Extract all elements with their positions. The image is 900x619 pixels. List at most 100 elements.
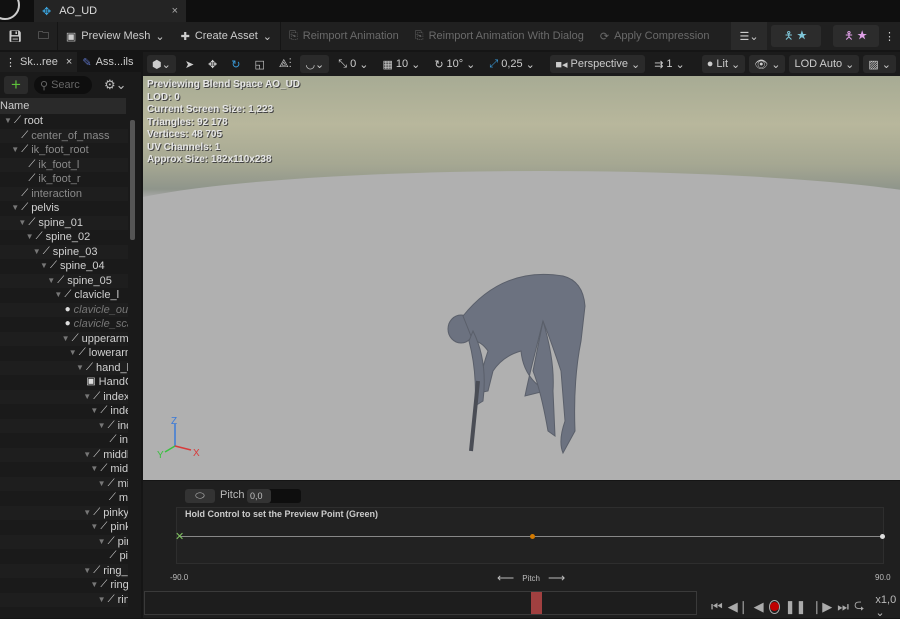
bone-row[interactable]: ▼ ⟋ spine_02 [0,230,128,245]
expand-arrow-icon[interactable]: ▼ [98,477,106,492]
preview-mesh-button[interactable]: ▣ Preview Mesh ⌄ [58,22,173,50]
surface-snap-button[interactable]: ⟁⋮ [274,55,297,73]
expand-arrow-icon[interactable]: ▼ [62,332,70,347]
bone-row[interactable]: ▼⟋mic [0,476,128,492]
step-forward-button[interactable]: ❘▶ [811,599,832,615]
expand-arrow-icon[interactable]: ▼ [11,143,19,158]
bone-row[interactable]: ▼⟋ind [0,418,128,434]
expand-arrow-icon[interactable]: ▼ [11,201,19,216]
expand-arrow-icon[interactable]: ▼ [90,462,98,477]
translate-tool[interactable]: ✥ [203,55,222,73]
grid-snap[interactable]: ▦ 10 ⌄ [377,55,425,73]
bone-row[interactable]: ▼ ⟋ pelvis [0,201,128,216]
expand-arrow-icon[interactable]: ▼ [83,564,91,579]
scale-tool[interactable]: ◱ [249,55,269,73]
step-back-button[interactable]: ◀❘ [728,599,749,615]
play-reverse-button[interactable]: ◀ [754,599,764,615]
expand-arrow-icon[interactable]: ▼ [33,245,41,260]
expand-arrow-icon[interactable]: ▼ [83,506,91,521]
bone-row[interactable]: ⟋ pi [0,549,128,564]
bone-row[interactable]: ⟋ ik_foot_l [0,157,128,172]
bone-row[interactable]: ▼⟋lowerarm_ [0,346,128,361]
bone-row[interactable]: ⟋ ik_foot_r [0,172,128,187]
tab-asset-details[interactable]: ✎ Ass...ils [77,52,138,72]
camera-speed-dropdown[interactable]: ⇉ 1 ⌄ [649,55,690,73]
tab-ao-ud[interactable]: ✥ AO_UD × [34,0,186,22]
blendspace-grid[interactable]: Hold Control to set the Preview Point (G… [175,507,885,564]
expand-arrow-icon[interactable]: ▼ [98,593,106,608]
column-header-name[interactable]: Name [0,98,126,114]
expand-arrow-icon[interactable]: ▼ [83,390,91,405]
more-options-button[interactable]: ⋮ [879,22,900,50]
bone-row[interactable]: ⟋ m [0,491,128,506]
expand-arrow-icon[interactable]: ▼ [90,404,98,419]
pitch-input[interactable]: 0,0 [247,489,301,503]
menu-button[interactable]: ☰⌄ [731,22,767,50]
expand-arrow-icon[interactable]: ▼ [98,419,106,434]
bone-row[interactable]: ▼⟋pin [0,534,128,550]
close-panel-button[interactable]: × [66,56,72,68]
select-tool[interactable]: ➤ [180,55,199,73]
viewport-options-dropdown[interactable]: ▨ ⌄ [863,55,896,73]
save-button[interactable]: 💾︎ [0,22,30,50]
bone-row[interactable]: ▼ ⟋ spine_01 [0,215,128,231]
bone-row[interactable]: ▼⟋pinky [0,520,128,535]
bone-row[interactable]: ▼ ⟋ root [0,114,128,129]
scrub-marker[interactable] [530,592,542,614]
lit-dropdown[interactable]: ● Lit ⌄ [701,55,746,73]
bone-row[interactable]: ▼ ⟋ spine_05 [0,273,128,289]
expand-arrow-icon[interactable]: ▼ [69,346,77,361]
speed-dropdown[interactable]: x1,0 ⌄ [875,594,900,619]
expand-arrow-icon[interactable]: ▼ [47,274,55,289]
expand-arrow-icon[interactable]: ▼ [90,578,98,593]
bone-row[interactable]: ▼⟋upperarm_l [0,331,128,347]
expand-arrow-icon[interactable]: ▼ [83,448,91,463]
axis-toggle-button[interactable]: ⬭ [185,489,215,503]
bone-row[interactable]: ● clavicle_out [0,302,128,317]
tree-scrollbar[interactable] [130,120,135,240]
bone-row[interactable]: ⟋ interaction [0,186,128,201]
select-mode-dropdown[interactable]: ⬢⌄ [147,55,176,73]
bone-row[interactable]: ▼⟋index [0,404,128,419]
bone-row[interactable]: ▼⟋pinky_ [0,505,128,521]
angle-snap[interactable]: ↻ 10° ⌄ [429,55,480,73]
expand-arrow-icon[interactable]: ▼ [26,230,34,245]
expand-arrow-icon[interactable]: ▼ [40,259,48,274]
add-button[interactable]: + [4,76,28,94]
bone-row[interactable]: ▼⟋midd [0,462,128,477]
expand-arrow-icon[interactable]: ▼ [98,535,106,550]
animation-mode-button[interactable]: 🯅 ★ [832,25,879,47]
search-input[interactable]: ⚲ Searc [34,76,92,94]
tab-skeleton-tree[interactable]: ⋮ Sk...ree × [0,52,78,72]
apply-compression-button[interactable]: ⟳ Apply Compression [592,22,718,50]
close-tab-button[interactable]: × [172,5,178,17]
bone-row[interactable]: ▼⟋ring_ [0,578,128,593]
expand-arrow-icon[interactable]: ▼ [54,288,62,303]
settings-button[interactable]: ⚙⌄ [104,77,127,93]
bone-row[interactable]: ▼ ⟋ spine_04 [0,259,128,274]
skip-start-button[interactable]: ⏮ [711,599,723,615]
reimport-dialog-button[interactable]: ⎘ Reimport Animation With Dialog [407,22,592,50]
bone-row[interactable]: ⟋ in [0,433,128,448]
bone-row[interactable]: ▼ ⟋ clavicle_l [0,288,128,303]
preview-point[interactable]: ✕ [175,530,184,543]
sample-point-end[interactable] [880,534,885,539]
bone-row[interactable]: ▼ ⟋ spine_03 [0,244,128,260]
bone-row[interactable]: ▼⟋middle [0,447,128,463]
coordinate-space-button[interactable]: ◡⌄ [300,55,330,73]
expand-arrow-icon[interactable]: ▼ [4,114,12,129]
bone-row[interactable]: ▼⟋ring [0,592,128,608]
perspective-dropdown[interactable]: ■◂ Perspective ⌄ [550,55,646,73]
expand-arrow-icon[interactable]: ▼ [18,216,26,231]
reimport-animation-button[interactable]: ⎘ Reimport Animation [281,22,407,50]
create-asset-button[interactable]: ✚ Create Asset ⌄ [173,22,280,50]
sample-point[interactable] [529,534,535,539]
expand-arrow-icon[interactable]: ▼ [90,520,98,535]
lod-dropdown[interactable]: LOD Auto ⌄ [789,55,860,73]
snap-toggle[interactable]: ⤡ 0 ⌄ [333,55,373,73]
record-button[interactable] [768,599,780,614]
loop-button[interactable]: ⮎ [854,596,864,618]
rotate-tool[interactable]: ↻ [226,55,245,73]
browse-button[interactable]: 🗀 [30,22,57,50]
bone-row[interactable]: ▼⟋index_ [0,389,128,405]
